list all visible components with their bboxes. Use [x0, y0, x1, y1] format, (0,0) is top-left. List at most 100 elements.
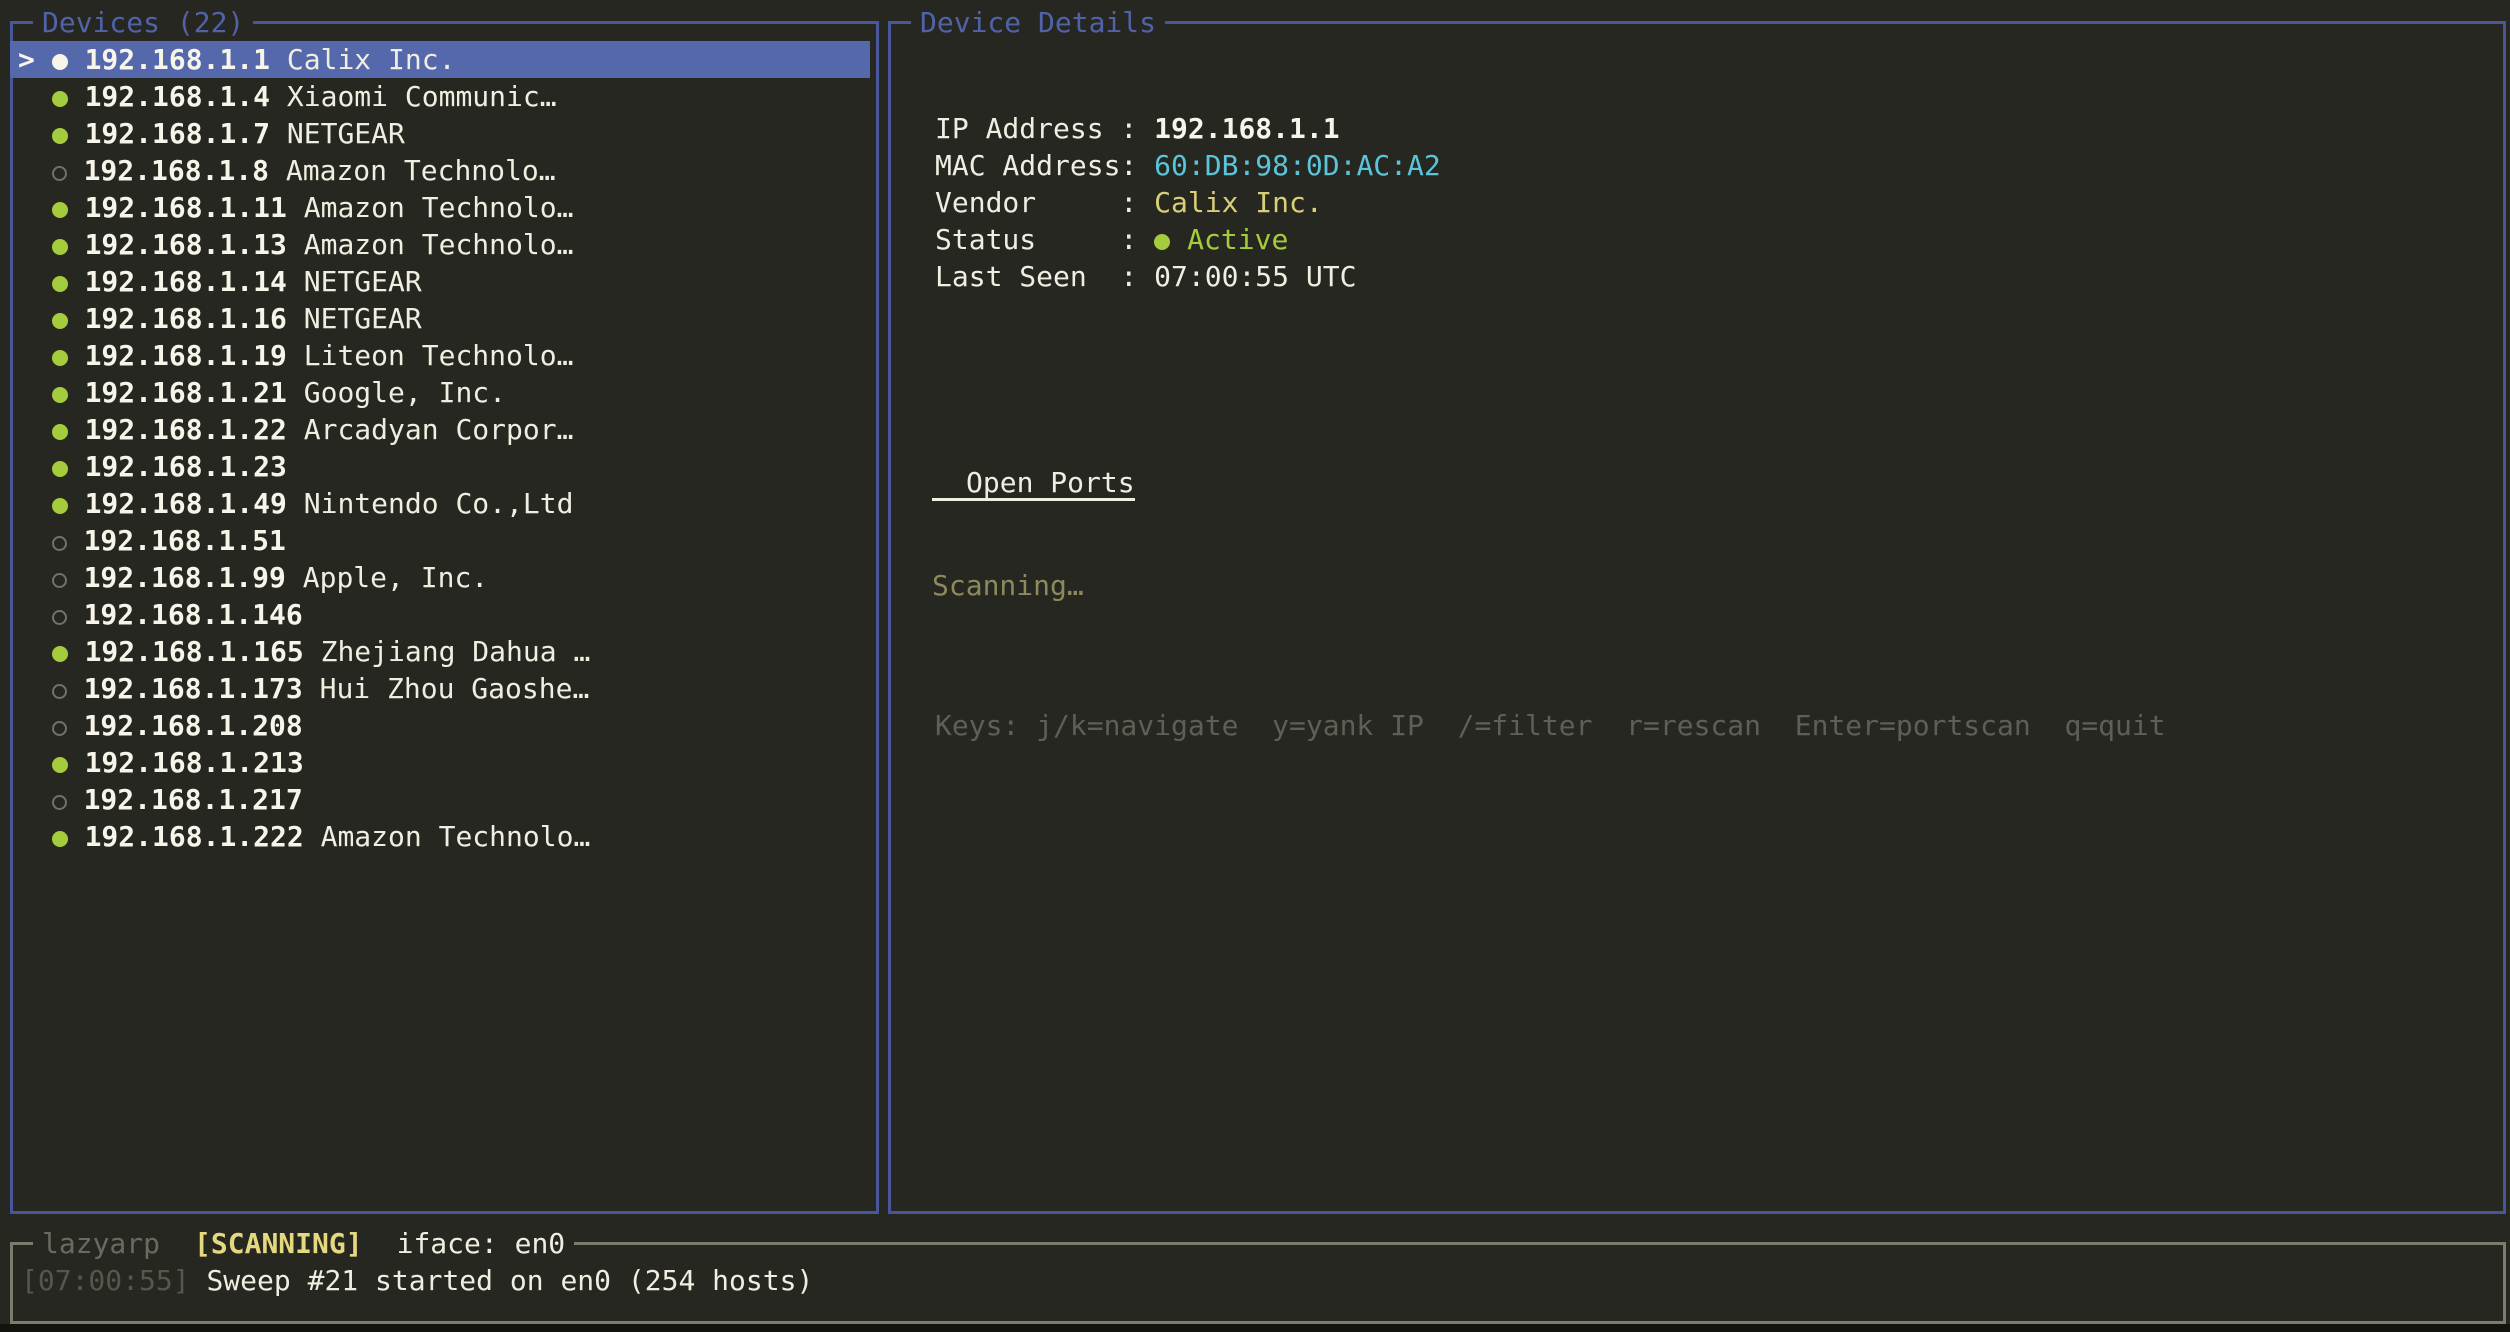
- device-vendor: Apple, Inc.: [286, 561, 488, 594]
- device-vendor: NETGEAR: [287, 302, 422, 335]
- device-ip: 192.168.1.11: [68, 191, 287, 224]
- status-dot-active: [52, 313, 68, 329]
- device-row[interactable]: 192.168.1.11Amazon Technolo…: [13, 189, 870, 226]
- device-ip: 192.168.1.8: [67, 154, 269, 187]
- log-message: Sweep #21 started on en0 (254 hosts): [190, 1264, 814, 1297]
- device-row[interactable]: 192.168.1.208: [13, 707, 870, 744]
- selection-cursor: [18, 413, 52, 446]
- scanning-badge: [SCANNING]: [194, 1227, 363, 1260]
- device-vendor: Nintendo Co.,Ltd: [287, 487, 574, 520]
- status-dot-active: [52, 424, 68, 440]
- selection-cursor: [18, 191, 52, 224]
- device-vendor: Amazon Technolo…: [287, 191, 574, 224]
- device-row[interactable]: 192.168.1.19Liteon Technolo…: [13, 337, 870, 374]
- detail-value: Calix Inc.: [1154, 186, 1323, 219]
- app-name: lazyarp: [42, 1227, 160, 1260]
- terminal-screen: Devices (22) > 192.168.1.1Calix Inc. 192…: [0, 0, 2510, 1332]
- device-vendor: Zhejiang Dahua …: [304, 635, 591, 668]
- status-dot-active: [52, 498, 68, 514]
- device-row[interactable]: 192.168.1.7NETGEAR: [13, 115, 870, 152]
- device-ip: 192.168.1.22: [68, 413, 287, 446]
- device-row[interactable]: 192.168.1.49Nintendo Co.,Ltd: [13, 485, 870, 522]
- device-vendor: NETGEAR: [270, 117, 405, 150]
- device-row[interactable]: 192.168.1.173Hui Zhou Gaoshe…: [13, 670, 870, 707]
- device-row[interactable]: 192.168.1.22Arcadyan Corpor…: [13, 411, 870, 448]
- selection-cursor: [18, 746, 52, 779]
- selection-cursor: [18, 450, 52, 483]
- selection-cursor: [18, 820, 52, 853]
- device-row[interactable]: 192.168.1.16NETGEAR: [13, 300, 870, 337]
- selection-cursor: [18, 154, 52, 187]
- status-dot-active: [52, 276, 68, 292]
- device-row[interactable]: 192.168.1.165Zhejiang Dahua …: [13, 633, 870, 670]
- detail-value: 192.168.1.1: [1154, 112, 1339, 145]
- open-ports-header: Open Ports: [932, 468, 1135, 501]
- status-dot-active: [52, 831, 68, 847]
- selection-cursor: [18, 487, 52, 520]
- status-dot-inactive: [52, 166, 67, 181]
- device-ip: 192.168.1.208: [67, 709, 303, 742]
- device-list: > 192.168.1.1Calix Inc. 192.168.1.4Xiaom…: [13, 41, 876, 855]
- iface-label: iface: en0: [397, 1227, 566, 1260]
- selection-cursor: [18, 561, 52, 594]
- log-timestamp: [07:00:55]: [21, 1264, 190, 1297]
- device-row[interactable]: 192.168.1.14NETGEAR: [13, 263, 870, 300]
- status-dot-inactive: [52, 536, 67, 551]
- device-vendor: Amazon Technolo…: [287, 228, 574, 261]
- selection-cursor: [18, 783, 52, 816]
- selection-cursor: [18, 228, 52, 261]
- status-dot-inactive: [52, 795, 67, 810]
- device-row[interactable]: 192.168.1.217: [13, 781, 870, 818]
- keybindings-hint: Keys: j/k=navigate y=yank IP /=filter r=…: [935, 707, 2166, 744]
- log-line: [07:00:55]Sweep #21 started on en0 (254 …: [21, 1262, 813, 1299]
- device-row[interactable]: 192.168.1.51: [13, 522, 870, 559]
- device-row[interactable]: 192.168.1.13Amazon Technolo…: [13, 226, 870, 263]
- device-ip: 192.168.1.165: [68, 635, 304, 668]
- open-ports-status: Scanning…: [932, 567, 2166, 604]
- detail-row: Status : Active: [935, 221, 2166, 258]
- detail-row: MAC Address: 60:DB:98:0D:AC:A2: [935, 147, 2166, 184]
- device-ip: 192.168.1.51: [67, 524, 286, 557]
- detail-label: Vendor :: [935, 186, 1154, 219]
- device-row[interactable]: 192.168.1.222Amazon Technolo…: [13, 818, 870, 855]
- device-row[interactable]: 192.168.1.4Xiaomi Communic…: [13, 78, 870, 115]
- device-row[interactable]: 192.168.1.21Google, Inc.: [13, 374, 870, 411]
- device-row[interactable]: 192.168.1.23: [13, 448, 870, 485]
- detail-label: Status :: [935, 223, 1154, 256]
- device-vendor: NETGEAR: [287, 265, 422, 298]
- device-row[interactable]: 192.168.1.146: [13, 596, 870, 633]
- status-dot-icon: [1154, 234, 1170, 250]
- device-ip: 192.168.1.173: [67, 672, 303, 705]
- selection-cursor: [18, 339, 52, 372]
- selection-cursor: [18, 117, 52, 150]
- selection-cursor: [18, 709, 52, 742]
- device-row[interactable]: 192.168.1.99Apple, Inc.: [13, 559, 870, 596]
- selection-cursor: [18, 672, 52, 705]
- selection-cursor: [18, 635, 52, 668]
- status-dot-inactive: [52, 573, 67, 588]
- status-dot-active: [52, 646, 68, 662]
- status-dot-active: [52, 757, 68, 773]
- status-panel: lazyarp[SCANNING]iface: en0 [07:00:55]Sw…: [10, 1242, 2506, 1324]
- device-vendor: Amazon Technolo…: [304, 820, 591, 853]
- detail-label: Last Seen :: [935, 260, 1154, 293]
- details-panel-title: Device Details: [911, 4, 1165, 41]
- device-ip: 192.168.1.21: [68, 376, 287, 409]
- detail-label: IP Address :: [935, 112, 1154, 145]
- device-row[interactable]: > 192.168.1.1Calix Inc.: [10, 41, 870, 78]
- device-ip: 192.168.1.16: [68, 302, 287, 335]
- device-row[interactable]: 192.168.1.8Amazon Technolo…: [13, 152, 870, 189]
- device-row[interactable]: 192.168.1.213: [13, 744, 870, 781]
- device-ip: 192.168.1.23: [68, 450, 287, 483]
- status-dot-active: [52, 54, 68, 70]
- device-ip: 192.168.1.14: [68, 265, 287, 298]
- status-dot-inactive: [52, 684, 67, 699]
- detail-row: Last Seen : 07:00:55 UTC: [935, 258, 2166, 295]
- detail-label: MAC Address:: [935, 149, 1154, 182]
- device-ip: 192.168.1.217: [67, 783, 303, 816]
- selection-cursor: [18, 80, 52, 113]
- selection-cursor: [18, 376, 52, 409]
- device-vendor: Amazon Technolo…: [269, 154, 556, 187]
- open-ports-section: Open Ports: [932, 464, 2166, 501]
- device-ip: 192.168.1.7: [68, 117, 270, 150]
